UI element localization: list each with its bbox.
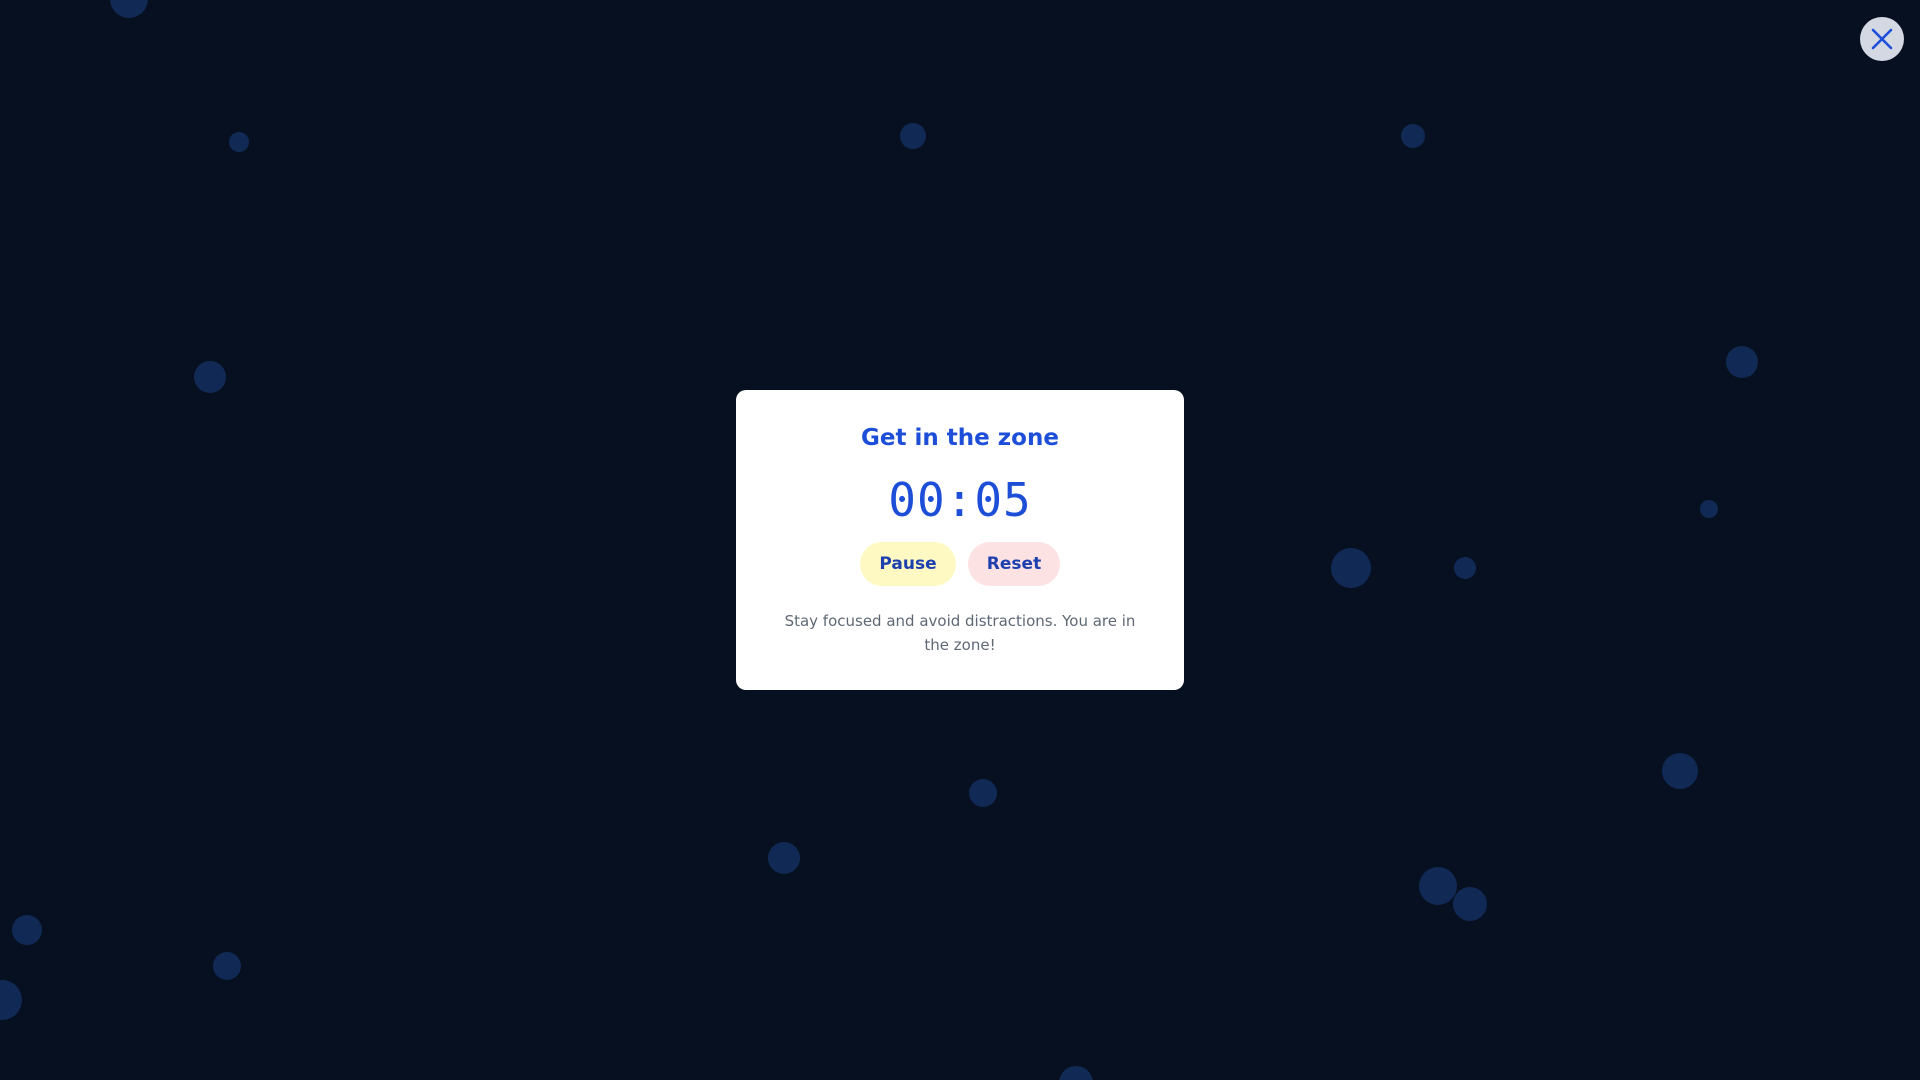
background-bubble [12,915,42,945]
countdown-timer: 00:05 [888,473,1032,527]
background-bubble [1331,548,1371,588]
background-bubble [969,779,997,807]
timer-controls: Pause Reset [736,542,1184,586]
background-bubble [1662,753,1698,789]
close-icon [1869,26,1895,52]
background-bubble [110,0,148,18]
background-bubble [1700,500,1718,518]
background-bubble [213,952,241,980]
dialog-title: Get in the zone [861,425,1059,451]
background-bubble [1454,557,1476,579]
background-bubble [1059,1066,1093,1080]
focus-screen: Get in the zone 00:05 Pause Reset Stay f… [0,0,1920,1080]
background-bubble [194,361,226,393]
background-bubble [900,123,926,149]
reset-button[interactable]: Reset [968,542,1060,586]
background-bubble [1726,346,1758,378]
background-bubble [1401,124,1425,148]
focus-timer-dialog: Get in the zone 00:05 Pause Reset Stay f… [736,390,1184,690]
pause-button[interactable]: Pause [860,542,956,586]
background-bubble [229,132,249,152]
background-bubble [1419,867,1457,905]
background-bubble [768,842,800,874]
background-bubble [1453,887,1487,921]
focus-message: Stay focused and avoid distractions. You… [784,612,1136,654]
background-bubble [0,980,22,1020]
close-button[interactable] [1860,17,1904,61]
